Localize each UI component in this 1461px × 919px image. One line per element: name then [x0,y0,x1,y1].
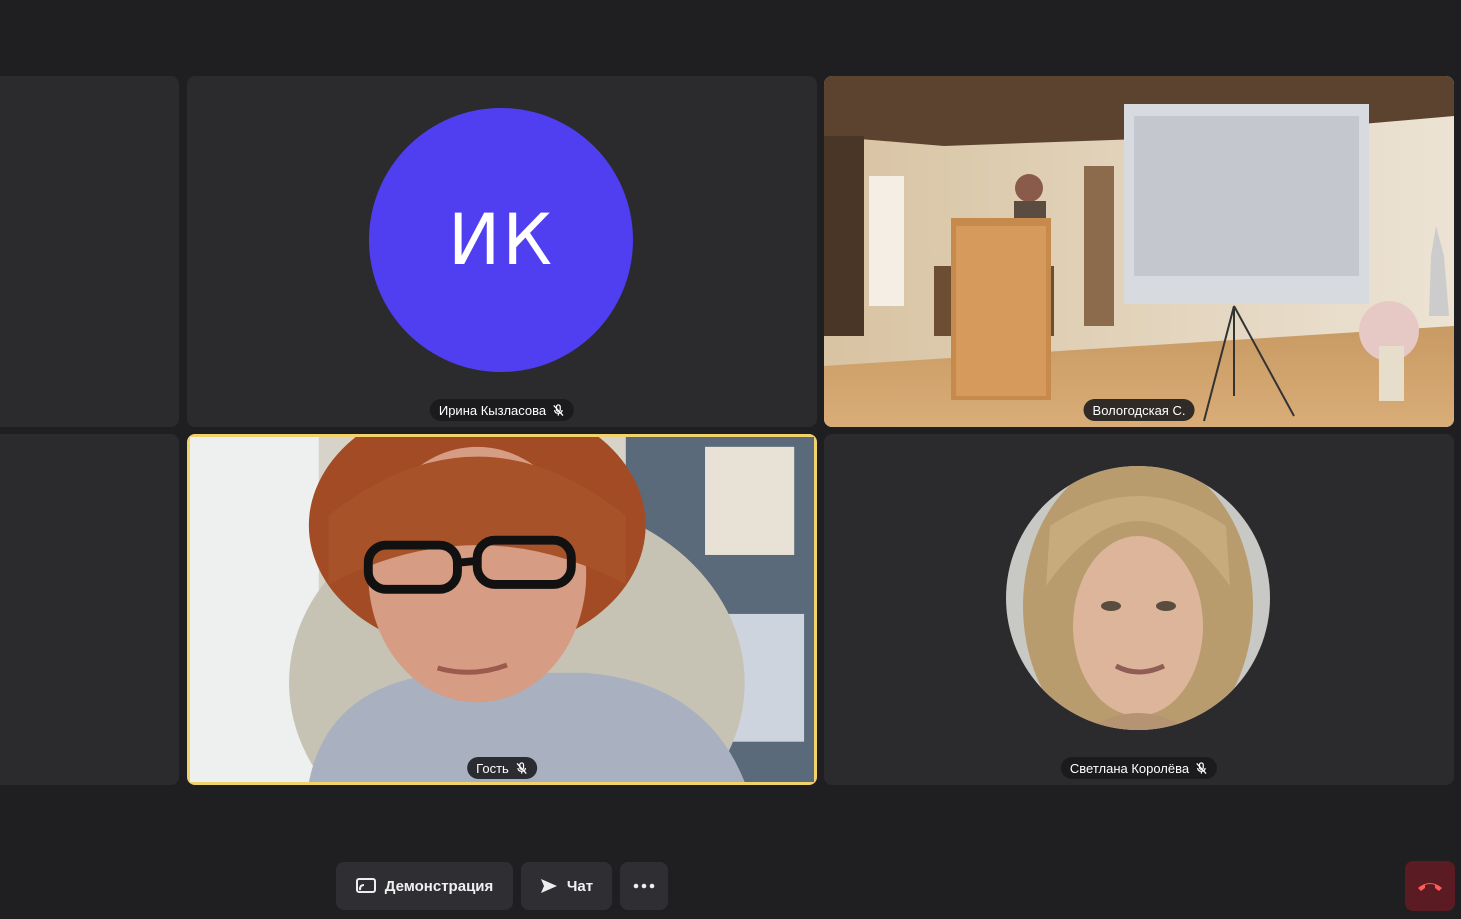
participant-name: Вологодская С. [1092,402,1186,418]
participant-photo-avatar [1006,466,1270,730]
initials-avatar: ИК [369,108,633,372]
mic-off-icon [1196,761,1207,774]
chat-button[interactable]: Чат [521,862,612,910]
screen-share-button[interactable]: Демонстрация [336,862,513,910]
participant-name: Ирина Кызласова [438,402,547,418]
participant-tile-vologodskaya[interactable]: Вологодская С. [824,76,1454,427]
video-feed [190,437,814,782]
send-icon [540,879,557,893]
mic-off-icon [553,403,564,416]
partial-tile-bottom-left [0,434,179,785]
participant-name: Гость [476,760,509,776]
participant-tile-guest[interactable]: Гость [187,434,817,785]
more-horizontal-icon [633,883,655,889]
participant-nameplate: Ирина Кызласова [429,399,575,421]
more-options-button[interactable] [620,862,668,910]
phone-hangup-icon [1418,883,1442,891]
partial-tile-top-left [0,76,179,427]
mic-off-icon [516,761,527,774]
video-feed [824,76,1454,427]
participant-tile-svetlana[interactable]: Светлана Королёва [824,434,1454,785]
chat-label: Чат [566,877,594,895]
participant-nameplate: Вологодская С. [1083,399,1195,421]
participant-nameplate: Гость [467,757,537,779]
participant-nameplate: Светлана Королёва [1060,757,1218,779]
participant-name: Светлана Королёва [1069,760,1190,776]
hangup-button[interactable] [1405,861,1455,911]
screen-share-icon [355,878,376,893]
participant-tile-irina[interactable]: ИК Ирина Кызласова [187,76,817,427]
screen-share-label: Демонстрация [384,877,494,895]
